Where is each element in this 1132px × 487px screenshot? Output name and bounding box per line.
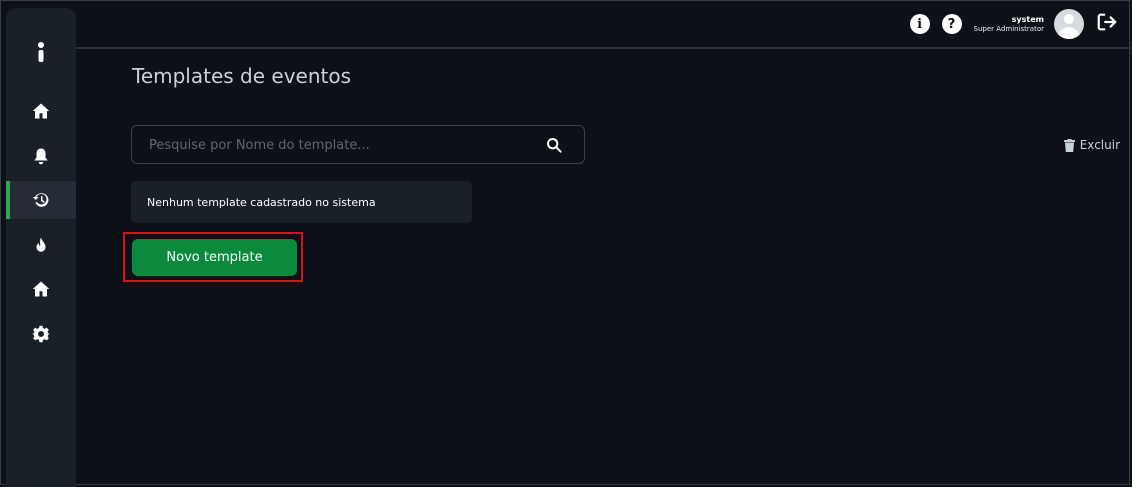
- info-icon[interactable]: i: [909, 14, 930, 34]
- new-template-button[interactable]: Novo template: [132, 239, 297, 276]
- delete-button[interactable]: Excluir: [1063, 138, 1120, 152]
- header-toolbar: i ? system Super Administrator: [909, 8, 1118, 40]
- gear-icon: [32, 325, 50, 343]
- logout-button[interactable]: [1096, 11, 1118, 37]
- menu-dots-icon: [38, 42, 44, 62]
- home-icon: [32, 103, 50, 119]
- sidebar: [6, 8, 76, 487]
- search-box: [131, 125, 585, 165]
- help-icon[interactable]: ?: [941, 14, 962, 34]
- logout-icon: [1097, 13, 1117, 31]
- page-title: Templates de eventos: [132, 64, 352, 88]
- avatar-head: [1064, 14, 1074, 24]
- sidebar-item-notifications[interactable]: [6, 137, 76, 175]
- user-info[interactable]: system Super Administrator: [973, 14, 1044, 33]
- sidebar-item-fire[interactable]: [6, 226, 76, 264]
- delete-label: Excluir: [1079, 138, 1120, 152]
- fire-icon: [36, 237, 46, 252]
- avatar-body: [1058, 27, 1080, 39]
- user-role: Super Administrator: [973, 24, 1044, 33]
- trash-icon: [1063, 138, 1075, 152]
- sidebar-item-history[interactable]: [6, 181, 76, 219]
- user-name: system: [1011, 14, 1044, 24]
- search-icon[interactable]: [546, 137, 562, 153]
- avatar[interactable]: [1054, 9, 1084, 39]
- search-input[interactable]: [147, 126, 541, 165]
- home-icon: [32, 281, 50, 297]
- bell-icon: [34, 148, 48, 165]
- history-icon: [32, 193, 49, 207]
- sidebar-item-home[interactable]: [6, 92, 76, 130]
- header-divider: [76, 47, 1132, 49]
- sidebar-item-menu[interactable]: [6, 33, 76, 71]
- sidebar-item-settings[interactable]: [6, 315, 76, 353]
- sidebar-item-home-secondary[interactable]: [6, 270, 76, 308]
- empty-state-message: Nenhum template cadastrado no sistema: [131, 181, 472, 223]
